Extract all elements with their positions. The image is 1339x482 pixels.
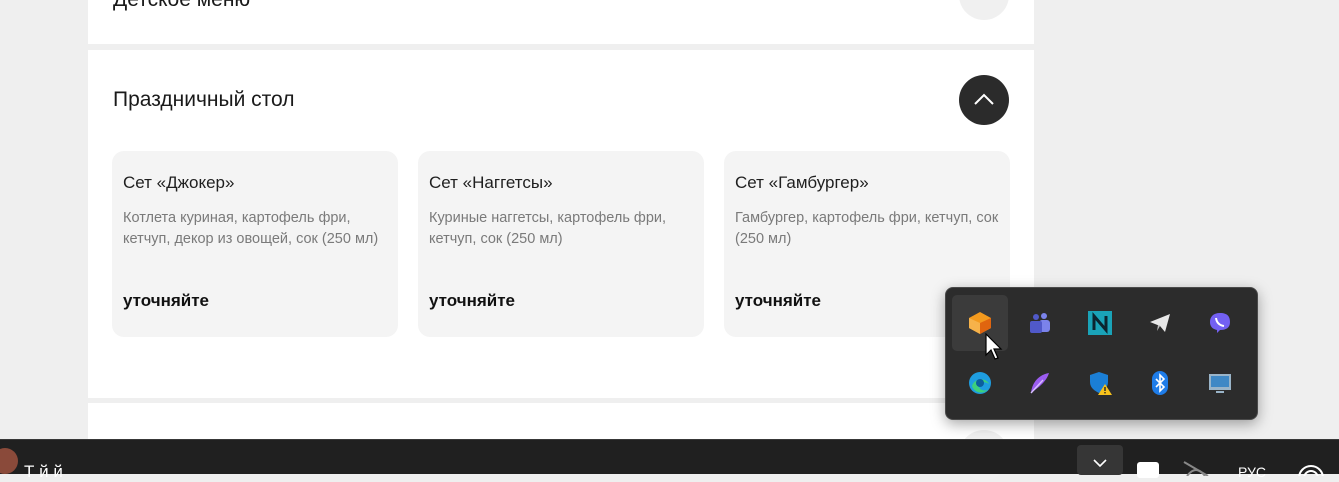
card-description: Куриные наггетсы, картофель фри, кетчуп,…: [429, 210, 667, 247]
menu-card-nuggets[interactable]: Сет «Наггетсы» Куриные наггетсы, картофе…: [418, 151, 704, 337]
taskbar-window-title[interactable]: Т й й: [24, 462, 63, 482]
card-description: Гамбургер, картофель фри, кетчуп, сок (2…: [735, 210, 999, 247]
tray-item-edge[interactable]: [952, 355, 1008, 411]
kids-menu-section: Детское меню: [88, 0, 1034, 44]
tray-item-telegram[interactable]: [1132, 295, 1188, 351]
menu-card-joker[interactable]: Сет «Джокер» Котлета куриная, картофель …: [112, 151, 398, 337]
card-name: Сет «Джокер»: [123, 173, 235, 192]
chevron-up-icon: [974, 93, 994, 105]
holiday-table-section: Праздничный стол Сет «Джокер» Котлета ку…: [88, 50, 1034, 398]
defender-warning-icon: [1090, 372, 1112, 395]
feather-icon: [1030, 373, 1049, 394]
language-indicator[interactable]: РУС: [1238, 464, 1266, 480]
card-name: Сет «Наггетсы»: [429, 173, 553, 192]
card-price: уточняйте: [429, 291, 516, 310]
kids-menu-toggle-button[interactable]: [959, 0, 1009, 20]
teams-icon: [1030, 313, 1050, 333]
n-app-icon: [1088, 311, 1112, 335]
mouse-cursor-icon: [985, 333, 1003, 360]
card-name: Сет «Гамбургер»: [735, 173, 869, 192]
kids-menu-title[interactable]: Детское меню: [113, 0, 250, 12]
holiday-collapse-button[interactable]: [959, 75, 1009, 125]
tray-item-defender[interactable]: [1072, 355, 1128, 411]
next-section: [88, 403, 1034, 480]
tray-item-feather-app[interactable]: [1012, 355, 1068, 411]
tray-item-display[interactable]: [1192, 355, 1248, 411]
tray-item-teams[interactable]: [1012, 295, 1068, 351]
tray-item-n-app[interactable]: [1072, 295, 1128, 351]
holiday-table-title[interactable]: Праздничный стол: [113, 88, 295, 112]
edge-icon: [969, 372, 991, 394]
taskbar-app-avatar[interactable]: [0, 448, 18, 474]
display-icon: [1209, 374, 1231, 393]
card-description: Котлета куриная, картофель фри, кетчуп, …: [123, 210, 379, 247]
tray-app-icon[interactable]: [1137, 462, 1159, 478]
bluetooth-icon: [1152, 371, 1168, 395]
card-price: уточняйте: [123, 291, 210, 310]
show-hidden-icons-button[interactable]: [1077, 445, 1123, 475]
tray-item-viber[interactable]: [1192, 295, 1248, 351]
taskbar: Т й й РУС: [0, 439, 1339, 481]
viber-icon: [1210, 313, 1230, 333]
telegram-icon: [1150, 314, 1170, 332]
tray-item-bluetooth[interactable]: [1132, 355, 1188, 411]
card-price: уточняйте: [735, 291, 822, 310]
orange-cube-icon: [969, 312, 991, 334]
chevron-down-icon: [1093, 459, 1107, 467]
